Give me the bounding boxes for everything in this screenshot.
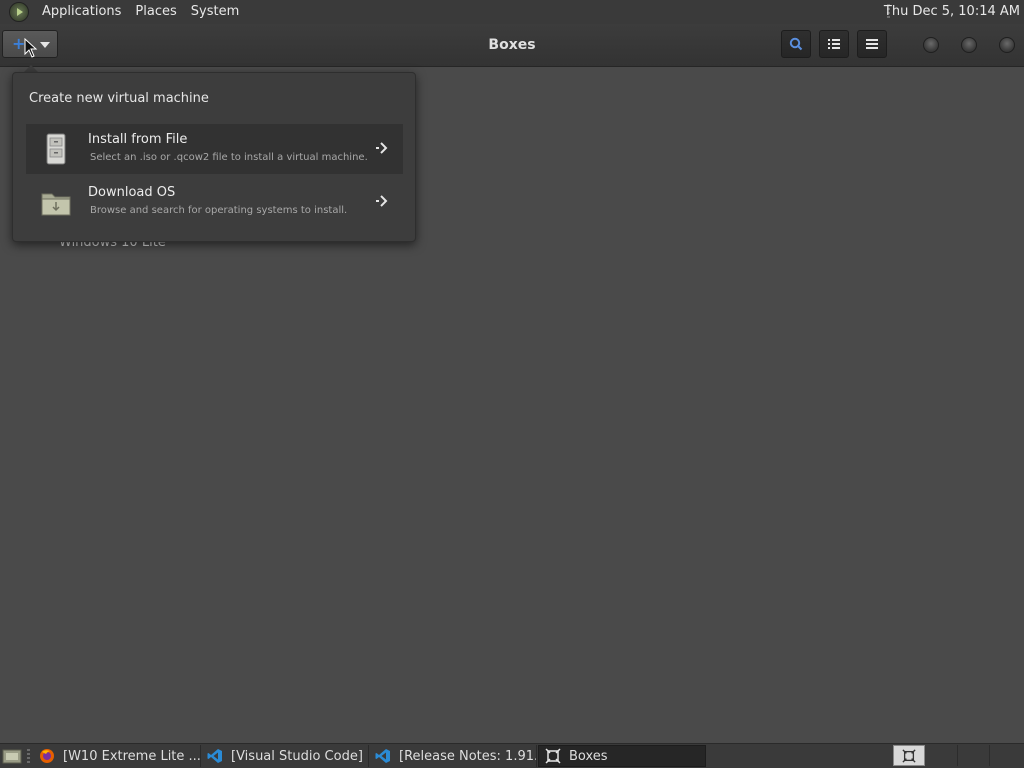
- download-os-title: Download OS: [88, 185, 176, 200]
- maximize-button[interactable]: [961, 37, 977, 53]
- menu-button[interactable]: [857, 30, 887, 58]
- firefox-icon: [40, 749, 54, 763]
- mouse-cursor-icon: [24, 38, 38, 58]
- top-panel: Applications Places System Thu Dec 5, 10…: [0, 0, 1024, 25]
- task-boxes[interactable]: Boxes: [538, 745, 706, 767]
- task-label: [Release Notes: 1.91...: [399, 748, 537, 764]
- download-os-description: Browse and search for operating systems …: [90, 205, 348, 216]
- boxes-icon: [545, 748, 561, 764]
- popover-heading: Create new virtual machine: [29, 91, 209, 106]
- workspace-3[interactable]: [958, 745, 990, 766]
- show-desktop-icon[interactable]: [2, 747, 22, 765]
- workspace-4[interactable]: [990, 745, 1022, 766]
- vscode-icon: [375, 749, 390, 763]
- list-view-button[interactable]: [819, 30, 849, 58]
- menu-applications[interactable]: Applications: [35, 0, 128, 24]
- task-label: Boxes: [569, 748, 608, 764]
- folder-download-icon: [41, 193, 71, 216]
- install-from-file-option[interactable]: Install from File Select an .iso or .qco…: [26, 124, 403, 174]
- task-label: [Visual Studio Code]: [231, 748, 363, 764]
- header-bar: + Boxes: [0, 24, 1024, 67]
- menu-places[interactable]: Places: [128, 0, 183, 24]
- arrow-right-icon: [376, 142, 388, 154]
- clock[interactable]: Thu Dec 5, 10:14 AM: [884, 0, 1020, 24]
- new-vm-popover: Create new virtual machine Install from …: [12, 72, 416, 242]
- close-button[interactable]: [999, 37, 1015, 53]
- menu-system[interactable]: System: [184, 0, 246, 24]
- mate-logo-icon[interactable]: [9, 2, 29, 22]
- search-button[interactable]: [781, 30, 811, 58]
- install-from-file-title: Install from File: [88, 132, 188, 147]
- minimize-button[interactable]: [923, 37, 939, 53]
- workspace-1[interactable]: [893, 745, 925, 766]
- arrow-right-icon: [376, 195, 388, 207]
- vscode-icon: [207, 749, 222, 763]
- hamburger-icon: [866, 39, 878, 49]
- search-icon: [789, 37, 803, 51]
- task-release-notes[interactable]: [Release Notes: 1.91...: [369, 745, 537, 767]
- task-firefox[interactable]: [W10 Extreme Lite ...: [33, 745, 201, 767]
- workspace-2[interactable]: [926, 745, 958, 766]
- boxes-icon: [902, 748, 916, 763]
- taskbar: [W10 Extreme Lite ... [Visual Studio Cod…: [0, 743, 1024, 768]
- list-view-icon: [828, 39, 840, 49]
- file-cabinet-icon: [46, 133, 66, 165]
- task-vscode[interactable]: [Visual Studio Code]: [201, 745, 369, 767]
- task-label: [W10 Extreme Lite ...: [63, 748, 201, 764]
- install-from-file-description: Select an .iso or .qcow2 file to install…: [90, 152, 368, 163]
- taskbar-separator: [27, 749, 30, 763]
- download-os-option[interactable]: Download OS Browse and search for operat…: [26, 177, 403, 227]
